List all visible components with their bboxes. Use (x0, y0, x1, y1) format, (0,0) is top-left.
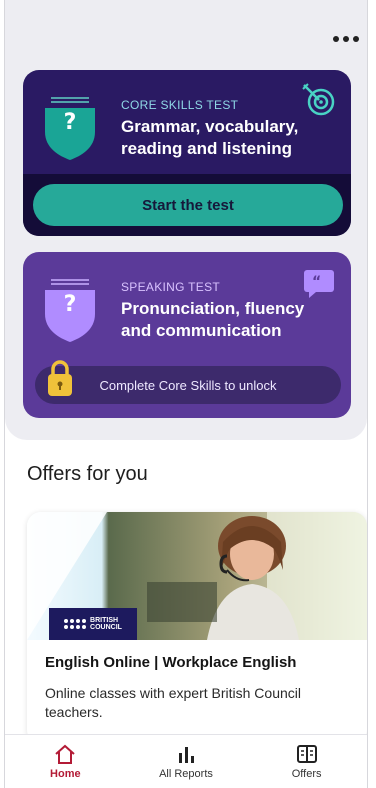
core-skills-card: ? CORE SKILLS TEST Grammar, vocabulary, … (23, 70, 351, 236)
tests-section: ? CORE SKILLS TEST Grammar, vocabulary, … (5, 0, 367, 440)
speaking-test-kicker: SPEAKING TEST (121, 280, 221, 294)
svg-text:“: “ (312, 274, 321, 290)
locked-status-bar: Complete Core Skills to unlock (35, 366, 341, 404)
bottom-navigation: Home All Reports Offers (5, 734, 367, 788)
nav-item-home[interactable]: Home (10, 743, 120, 780)
more-horizontal-icon[interactable] (333, 34, 359, 44)
nav-label-all-reports: All Reports (159, 768, 213, 780)
core-test-title: Grammar, vocabulary, reading and listeni… (121, 117, 299, 158)
nav-label-home: Home (50, 768, 81, 780)
offer-card[interactable]: BRITISH COUNCIL English Online | Workpla… (27, 512, 367, 744)
offers-book-icon (296, 745, 317, 763)
speech-bubble-icon: “ (304, 270, 334, 298)
lock-icon (48, 360, 72, 396)
target-icon (302, 83, 335, 116)
bar-chart-icon (178, 747, 194, 763)
brand-line-2: COUNCIL (90, 624, 122, 631)
home-icon (55, 744, 75, 764)
speaking-test-card: ? “ SPEAKING TEST Pronunciation, fluency… (23, 252, 351, 418)
speaking-test-title: Pronunciation, fluency and communication (121, 299, 305, 340)
offers-section-title: Offers for you (27, 463, 148, 485)
brand-line-1: BRITISH (90, 617, 119, 624)
core-test-kicker: CORE SKILLS TEST (121, 98, 239, 112)
british-council-logo: BRITISH COUNCIL (49, 608, 137, 640)
offer-description: Online classes with expert British Counc… (45, 685, 301, 720)
nav-item-all-reports[interactable]: All Reports (131, 743, 241, 780)
badge-question-mark: ? (63, 292, 77, 317)
nav-item-offers[interactable]: Offers (252, 743, 362, 780)
offer-heading: English Online | Workplace English (45, 654, 297, 671)
start-test-button[interactable]: Start the test (33, 184, 343, 226)
app-screen: ? CORE SKILLS TEST Grammar, vocabulary, … (4, 0, 368, 788)
nav-label-offers: Offers (291, 768, 322, 780)
badge-question-mark: ? (63, 110, 77, 135)
